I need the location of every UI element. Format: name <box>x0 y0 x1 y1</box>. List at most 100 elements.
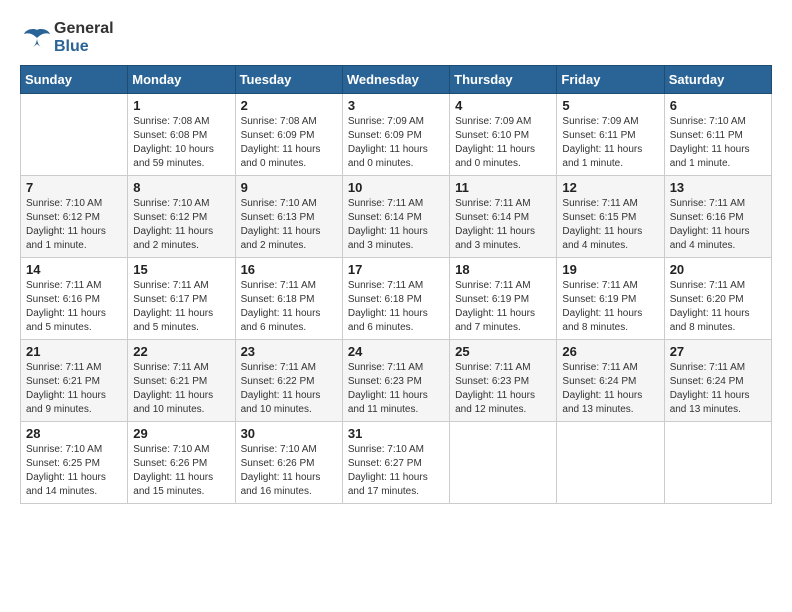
calendar-cell: 4 Sunrise: 7:09 AMSunset: 6:10 PMDaylight… <box>450 94 557 176</box>
calendar-cell: 7 Sunrise: 7:10 AMSunset: 6:12 PMDaylight… <box>21 176 128 258</box>
calendar-cell <box>557 422 664 504</box>
day-number: 10 <box>348 180 444 195</box>
logo-general: General <box>54 20 114 38</box>
day-number: 6 <box>670 98 766 113</box>
day-info: Sunrise: 7:10 AMSunset: 6:26 PMDaylight:… <box>133 443 229 499</box>
day-number: 16 <box>241 262 337 277</box>
day-info: Sunrise: 7:11 AMSunset: 6:24 PMDaylight:… <box>670 361 766 417</box>
day-number: 24 <box>348 344 444 359</box>
logo: General Blue <box>20 20 114 55</box>
day-info: Sunrise: 7:11 AMSunset: 6:23 PMDaylight:… <box>348 361 444 417</box>
day-number: 19 <box>562 262 658 277</box>
day-info: Sunrise: 7:11 AMSunset: 6:16 PMDaylight:… <box>670 197 766 253</box>
day-number: 28 <box>26 426 122 441</box>
day-number: 17 <box>348 262 444 277</box>
day-number: 27 <box>670 344 766 359</box>
day-info: Sunrise: 7:11 AMSunset: 6:18 PMDaylight:… <box>241 279 337 335</box>
week-row-1: 1 Sunrise: 7:08 AMSunset: 6:08 PMDaylight… <box>21 94 772 176</box>
calendar-cell: 8 Sunrise: 7:10 AMSunset: 6:12 PMDaylight… <box>128 176 235 258</box>
day-info: Sunrise: 7:09 AMSunset: 6:11 PMDaylight:… <box>562 115 658 171</box>
logo-blue: Blue <box>54 38 114 56</box>
day-number: 8 <box>133 180 229 195</box>
calendar-cell: 9 Sunrise: 7:10 AMSunset: 6:13 PMDaylight… <box>235 176 342 258</box>
day-info: Sunrise: 7:11 AMSunset: 6:21 PMDaylight:… <box>133 361 229 417</box>
day-info: Sunrise: 7:10 AMSunset: 6:26 PMDaylight:… <box>241 443 337 499</box>
day-info: Sunrise: 7:11 AMSunset: 6:16 PMDaylight:… <box>26 279 122 335</box>
calendar-cell: 28 Sunrise: 7:10 AMSunset: 6:25 PMDayligh… <box>21 422 128 504</box>
day-number: 14 <box>26 262 122 277</box>
day-info: Sunrise: 7:11 AMSunset: 6:21 PMDaylight:… <box>26 361 122 417</box>
calendar-cell: 22 Sunrise: 7:11 AMSunset: 6:21 PMDayligh… <box>128 340 235 422</box>
calendar-cell <box>450 422 557 504</box>
calendar-cell: 10 Sunrise: 7:11 AMSunset: 6:14 PMDayligh… <box>342 176 449 258</box>
day-number: 11 <box>455 180 551 195</box>
day-number: 18 <box>455 262 551 277</box>
calendar-cell: 14 Sunrise: 7:11 AMSunset: 6:16 PMDayligh… <box>21 258 128 340</box>
calendar-cell: 6Sunrise: 7:10 AMSunset: 6:11 PMDaylight… <box>664 94 771 176</box>
header-day-tuesday: Tuesday <box>235 66 342 94</box>
day-info: Sunrise: 7:08 AMSunset: 6:09 PMDaylight:… <box>241 115 337 171</box>
header-day-sunday: Sunday <box>21 66 128 94</box>
calendar-cell: 26 Sunrise: 7:11 AMSunset: 6:24 PMDayligh… <box>557 340 664 422</box>
calendar-cell: 11 Sunrise: 7:11 AMSunset: 6:14 PMDayligh… <box>450 176 557 258</box>
calendar-cell: 23 Sunrise: 7:11 AMSunset: 6:22 PMDayligh… <box>235 340 342 422</box>
calendar-cell: 17 Sunrise: 7:11 AMSunset: 6:18 PMDayligh… <box>342 258 449 340</box>
calendar-cell: 12 Sunrise: 7:11 AMSunset: 6:15 PMDayligh… <box>557 176 664 258</box>
day-number: 20 <box>670 262 766 277</box>
day-info: Sunrise: 7:11 AMSunset: 6:15 PMDaylight:… <box>562 197 658 253</box>
day-info: Sunrise: 7:11 AMSunset: 6:19 PMDaylight:… <box>562 279 658 335</box>
day-number: 9 <box>241 180 337 195</box>
day-number: 21 <box>26 344 122 359</box>
day-info: Sunrise: 7:11 AMSunset: 6:14 PMDaylight:… <box>348 197 444 253</box>
day-info: Sunrise: 7:11 AMSunset: 6:22 PMDaylight:… <box>241 361 337 417</box>
day-info: Sunrise: 7:10 AMSunset: 6:13 PMDaylight:… <box>241 197 337 253</box>
day-info: Sunrise: 7:09 AMSunset: 6:10 PMDaylight:… <box>455 115 551 171</box>
header-day-friday: Friday <box>557 66 664 94</box>
day-number: 29 <box>133 426 229 441</box>
day-number: 15 <box>133 262 229 277</box>
day-number: 7 <box>26 180 122 195</box>
week-row-2: 7 Sunrise: 7:10 AMSunset: 6:12 PMDaylight… <box>21 176 772 258</box>
day-info: Sunrise: 7:11 AMSunset: 6:18 PMDaylight:… <box>348 279 444 335</box>
calendar-cell: 16 Sunrise: 7:11 AMSunset: 6:18 PMDayligh… <box>235 258 342 340</box>
calendar-cell: 1 Sunrise: 7:08 AMSunset: 6:08 PMDaylight… <box>128 94 235 176</box>
day-info: Sunrise: 7:10 AMSunset: 6:12 PMDaylight:… <box>133 197 229 253</box>
day-number: 23 <box>241 344 337 359</box>
days-header-row: SundayMondayTuesdayWednesdayThursdayFrid… <box>21 66 772 94</box>
day-number: 4 <box>455 98 551 113</box>
logo-bird-icon <box>22 26 52 50</box>
calendar-cell: 3 Sunrise: 7:09 AMSunset: 6:09 PMDaylight… <box>342 94 449 176</box>
day-number: 26 <box>562 344 658 359</box>
day-info: Sunrise: 7:10 AMSunset: 6:12 PMDaylight:… <box>26 197 122 253</box>
day-info: Sunrise: 7:11 AMSunset: 6:20 PMDaylight:… <box>670 279 766 335</box>
day-info: Sunrise: 7:09 AMSunset: 6:09 PMDaylight:… <box>348 115 444 171</box>
day-number: 22 <box>133 344 229 359</box>
day-number: 25 <box>455 344 551 359</box>
calendar-cell: 20 Sunrise: 7:11 AMSunset: 6:20 PMDayligh… <box>664 258 771 340</box>
day-number: 1 <box>133 98 229 113</box>
header-day-saturday: Saturday <box>664 66 771 94</box>
calendar-cell: 31Sunrise: 7:10 AMSunset: 6:27 PMDayligh… <box>342 422 449 504</box>
calendar-cell: 27 Sunrise: 7:11 AMSunset: 6:24 PMDayligh… <box>664 340 771 422</box>
calendar-cell: 13 Sunrise: 7:11 AMSunset: 6:16 PMDayligh… <box>664 176 771 258</box>
day-info: Sunrise: 7:11 AMSunset: 6:24 PMDaylight:… <box>562 361 658 417</box>
week-row-3: 14 Sunrise: 7:11 AMSunset: 6:16 PMDayligh… <box>21 258 772 340</box>
calendar-table: SundayMondayTuesdayWednesdayThursdayFrid… <box>20 65 772 504</box>
calendar-cell <box>664 422 771 504</box>
day-info: Sunrise: 7:11 AMSunset: 6:14 PMDaylight:… <box>455 197 551 253</box>
day-number: 30 <box>241 426 337 441</box>
day-number: 12 <box>562 180 658 195</box>
calendar-cell: 21 Sunrise: 7:11 AMSunset: 6:21 PMDayligh… <box>21 340 128 422</box>
header-day-monday: Monday <box>128 66 235 94</box>
day-info: Sunrise: 7:08 AMSunset: 6:08 PMDaylight:… <box>133 115 229 171</box>
calendar-cell: 2Sunrise: 7:08 AMSunset: 6:09 PMDaylight… <box>235 94 342 176</box>
day-number: 3 <box>348 98 444 113</box>
day-number: 31 <box>348 426 444 441</box>
page-header: General Blue <box>20 20 772 55</box>
day-number: 13 <box>670 180 766 195</box>
day-info: Sunrise: 7:10 AMSunset: 6:25 PMDaylight:… <box>26 443 122 499</box>
calendar-cell: 24 Sunrise: 7:11 AMSunset: 6:23 PMDayligh… <box>342 340 449 422</box>
day-info: Sunrise: 7:11 AMSunset: 6:19 PMDaylight:… <box>455 279 551 335</box>
calendar-cell: 5Sunrise: 7:09 AMSunset: 6:11 PMDaylight… <box>557 94 664 176</box>
day-info: Sunrise: 7:11 AMSunset: 6:23 PMDaylight:… <box>455 361 551 417</box>
